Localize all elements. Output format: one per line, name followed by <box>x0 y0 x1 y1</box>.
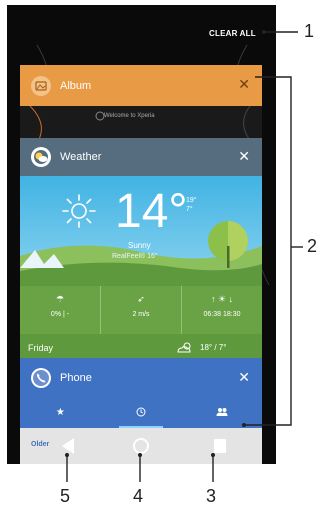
callout-3: 3 <box>206 486 217 506</box>
callout-2: 2 <box>307 236 318 256</box>
callout-5: 5 <box>60 486 71 506</box>
callout-4: 4 <box>133 486 144 506</box>
callout-lines <box>65 30 303 482</box>
callout-1: 1 <box>304 21 315 41</box>
